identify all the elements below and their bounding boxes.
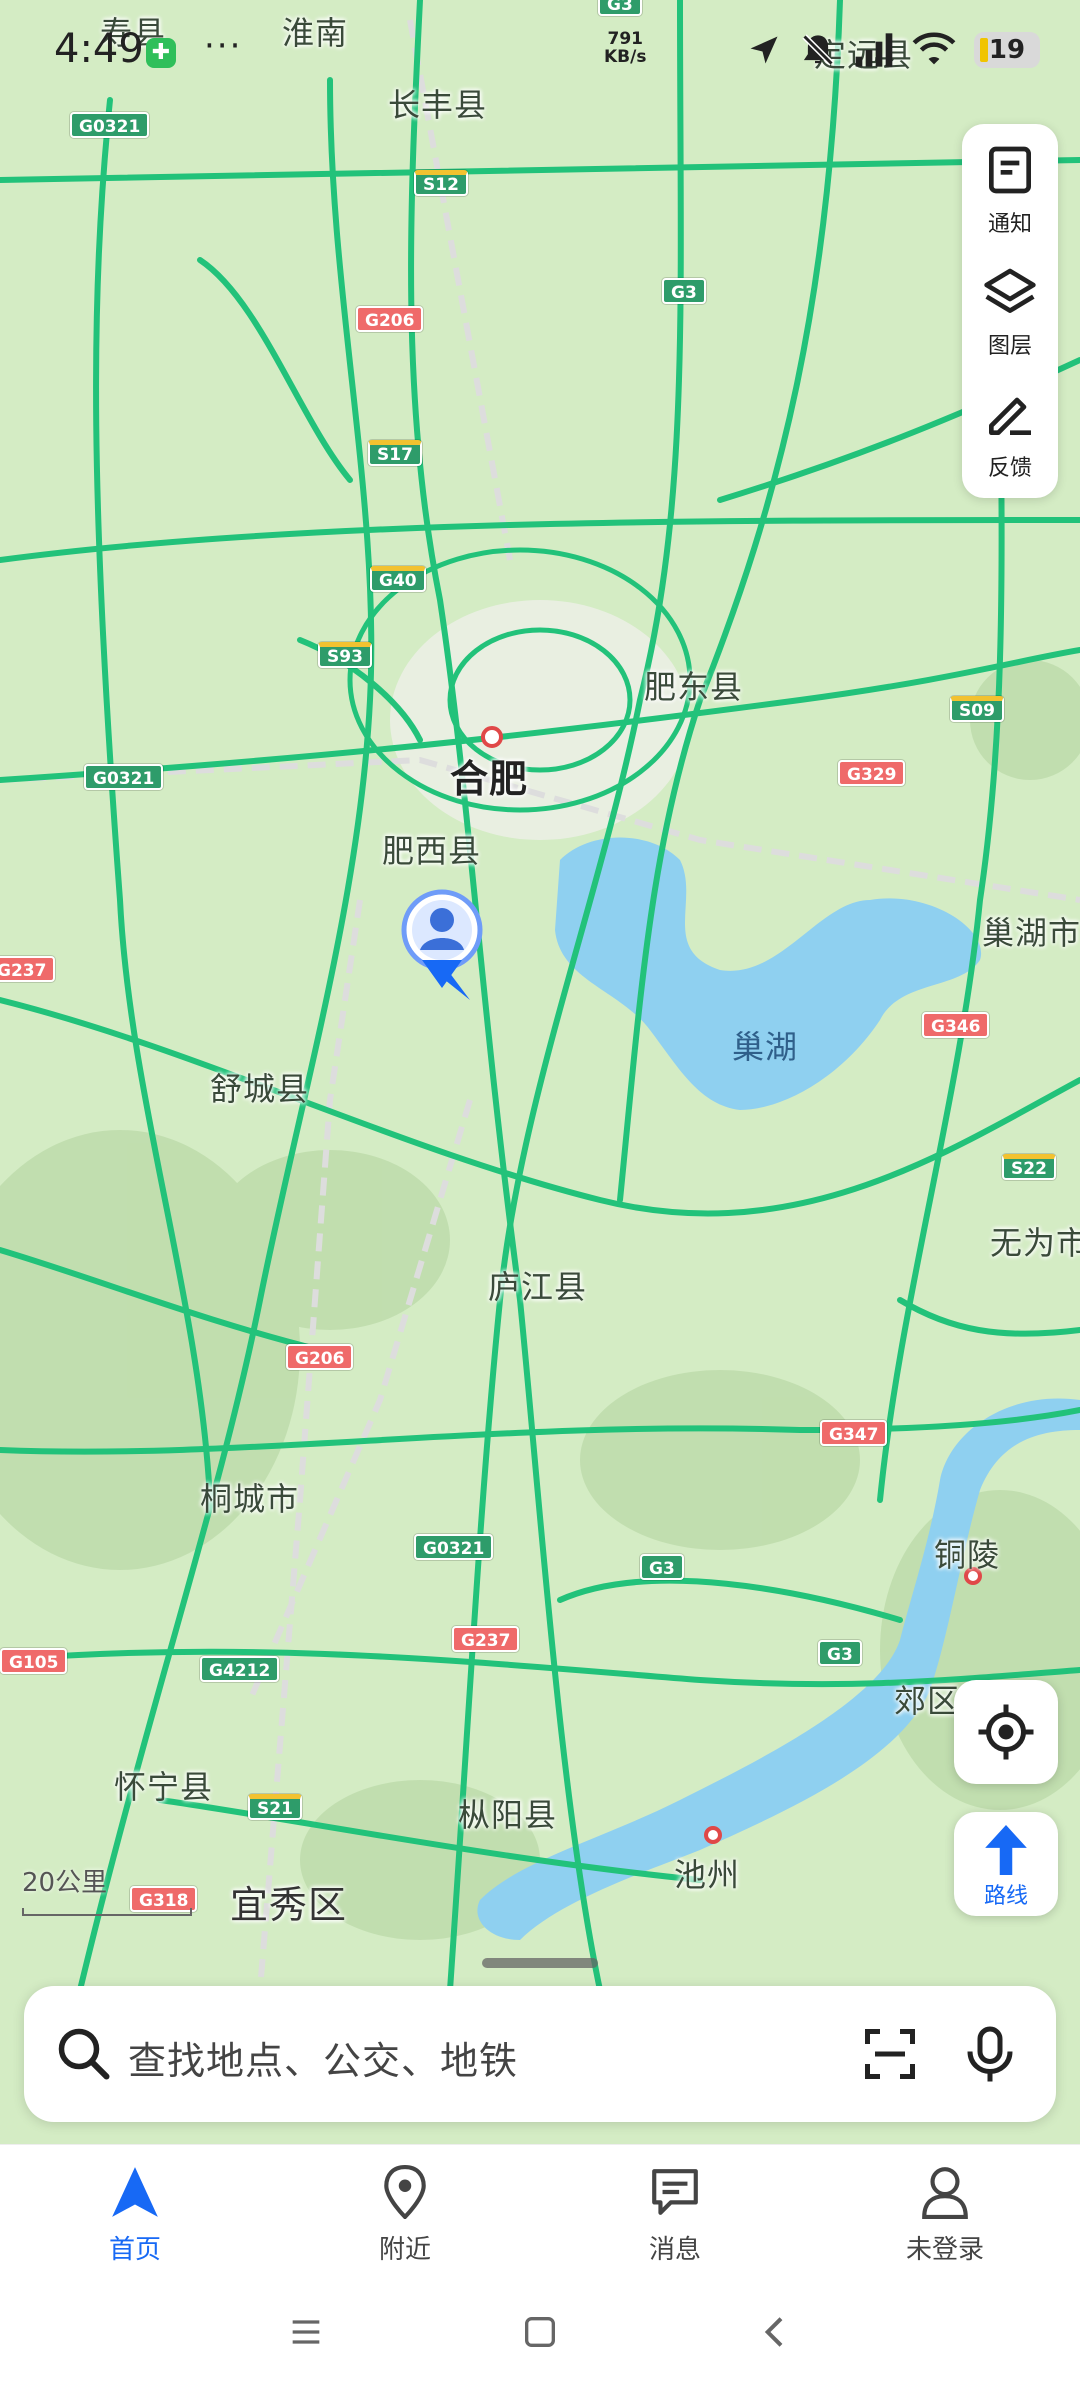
road-shield: G0321 xyxy=(414,1534,494,1560)
user-icon xyxy=(922,2167,968,2219)
route-button[interactable]: 路线 xyxy=(954,1812,1058,1916)
map-tool-panel: 通知 图层 反馈 xyxy=(962,124,1058,498)
system-nav-bar xyxy=(0,2284,1080,2400)
road-shield: G237 xyxy=(452,1626,520,1652)
road-shield: G3 xyxy=(640,1554,684,1580)
road-shield: G0321 xyxy=(70,112,150,138)
locate-button[interactable] xyxy=(954,1680,1058,1784)
signal-icon xyxy=(855,33,893,67)
route-arrow-icon xyxy=(985,1825,1027,1875)
location-pin-icon xyxy=(384,2164,426,2220)
place-shucheng: 舒城县 xyxy=(210,1070,310,1108)
place-yixiu: 宜秀区 xyxy=(230,1883,348,1927)
scan-icon[interactable] xyxy=(860,2024,920,2084)
more-dots-icon: ··· xyxy=(204,26,243,66)
road-shield: G346 xyxy=(922,1012,990,1038)
search-icon xyxy=(58,2028,110,2080)
crosshair-icon xyxy=(978,1704,1034,1760)
place-chaohu-city: 巢湖市 xyxy=(982,914,1080,952)
route-label: 路线 xyxy=(983,1884,1028,1909)
place-chizhou: 池州 xyxy=(674,1856,741,1894)
road-shield: G206 xyxy=(286,1344,354,1370)
nav-label: 首页 xyxy=(108,2235,161,2265)
road-shield: G329 xyxy=(838,760,906,786)
map-view[interactable]: 寿县 淮南 长丰县 定远县 合肥 肥东县 肥西县 巢湖市 巢湖 舒城县 庐江县 … xyxy=(0,0,1080,1990)
microphone-icon[interactable] xyxy=(960,2024,1020,2084)
status-bar: 4:49 ✚ ··· 791 KB/s 19 xyxy=(0,0,1080,100)
nav-label: 消息 xyxy=(648,2235,701,2265)
sheet-drag-handle[interactable] xyxy=(482,1958,598,1968)
place-tongcheng: 桐城市 xyxy=(200,1480,300,1518)
place-jiaoqu: 郊区 xyxy=(894,1682,961,1720)
nav-label: 附近 xyxy=(378,2235,431,2265)
layers-icon xyxy=(984,268,1036,313)
shield-app-icon: ✚ xyxy=(146,38,176,68)
search-input[interactable]: 查找地点、公交、地铁 xyxy=(128,2030,518,2085)
road-shield: G40 xyxy=(370,566,426,592)
battery-icon: 19 xyxy=(974,32,1040,68)
road-shield: G237 xyxy=(0,956,56,982)
road-shield: S17 xyxy=(368,440,422,466)
road-shield: G0321 xyxy=(84,764,164,790)
place-feixi: 肥西县 xyxy=(382,832,482,870)
nav-nearby[interactable]: 附近 xyxy=(320,2164,490,2266)
place-feidong: 肥东县 xyxy=(644,668,744,706)
road-shield: G4212 xyxy=(200,1656,280,1682)
feedback-button[interactable]: 反馈 xyxy=(962,368,1058,488)
map-scale-bar xyxy=(22,1908,192,1916)
home-square-icon[interactable] xyxy=(520,2312,560,2352)
net-speed-unit: KB/s xyxy=(604,47,647,67)
net-speed: 791 KB/s xyxy=(604,30,646,66)
road-shield: G3 xyxy=(662,278,706,304)
road-shield: S09 xyxy=(950,696,1004,722)
bottom-nav: 首页 附近 消息 未登录 xyxy=(0,2144,1080,2284)
place-chaohu-lake: 巢湖 xyxy=(732,1028,799,1066)
road-shield: S93 xyxy=(318,642,372,668)
nav-label: 未登录 xyxy=(905,2235,984,2265)
notice-label: 通知 xyxy=(987,212,1032,237)
nav-messages[interactable]: 消息 xyxy=(590,2165,760,2266)
place-huaining: 怀宁县 xyxy=(114,1768,214,1806)
road-shield: G105 xyxy=(0,1648,68,1674)
location-arrow-icon xyxy=(750,36,778,64)
road-shield: G206 xyxy=(356,306,424,332)
message-bubble-icon xyxy=(652,2169,698,2215)
status-time: 4:49 xyxy=(54,26,144,72)
mute-bell-icon xyxy=(802,34,834,66)
nav-home[interactable]: 首页 xyxy=(50,2165,220,2266)
notice-button[interactable]: 通知 xyxy=(962,124,1058,244)
road-shield: S12 xyxy=(414,170,468,196)
wifi-icon xyxy=(912,32,956,65)
place-lujiang: 庐江县 xyxy=(488,1268,588,1306)
back-chevron-icon[interactable] xyxy=(756,2312,796,2352)
feedback-label: 反馈 xyxy=(987,456,1032,481)
menu-icon[interactable] xyxy=(286,2312,326,2352)
road-shield: G347 xyxy=(820,1420,888,1446)
search-bar[interactable]: 查找地点、公交、地铁 xyxy=(24,1986,1056,2122)
map-scale-label: 20公里 xyxy=(22,1868,108,1898)
road-shield: S22 xyxy=(1002,1154,1056,1180)
place-zongyang: 枞阳县 xyxy=(458,1796,558,1834)
notice-icon xyxy=(989,146,1031,194)
layers-button[interactable]: 图层 xyxy=(962,246,1058,366)
layers-label: 图层 xyxy=(987,334,1032,359)
nav-account[interactable]: 未登录 xyxy=(860,2165,1030,2266)
net-speed-value: 791 xyxy=(607,29,643,49)
road-shield: G3 xyxy=(818,1640,862,1666)
navigation-arrow-icon xyxy=(112,2167,158,2217)
edit-pen-icon xyxy=(989,397,1031,435)
place-hefei: 合肥 xyxy=(450,757,529,801)
place-wuwei: 无为市 xyxy=(990,1224,1080,1262)
road-shield: S21 xyxy=(248,1794,302,1820)
place-tongling: 铜陵 xyxy=(934,1536,1001,1574)
